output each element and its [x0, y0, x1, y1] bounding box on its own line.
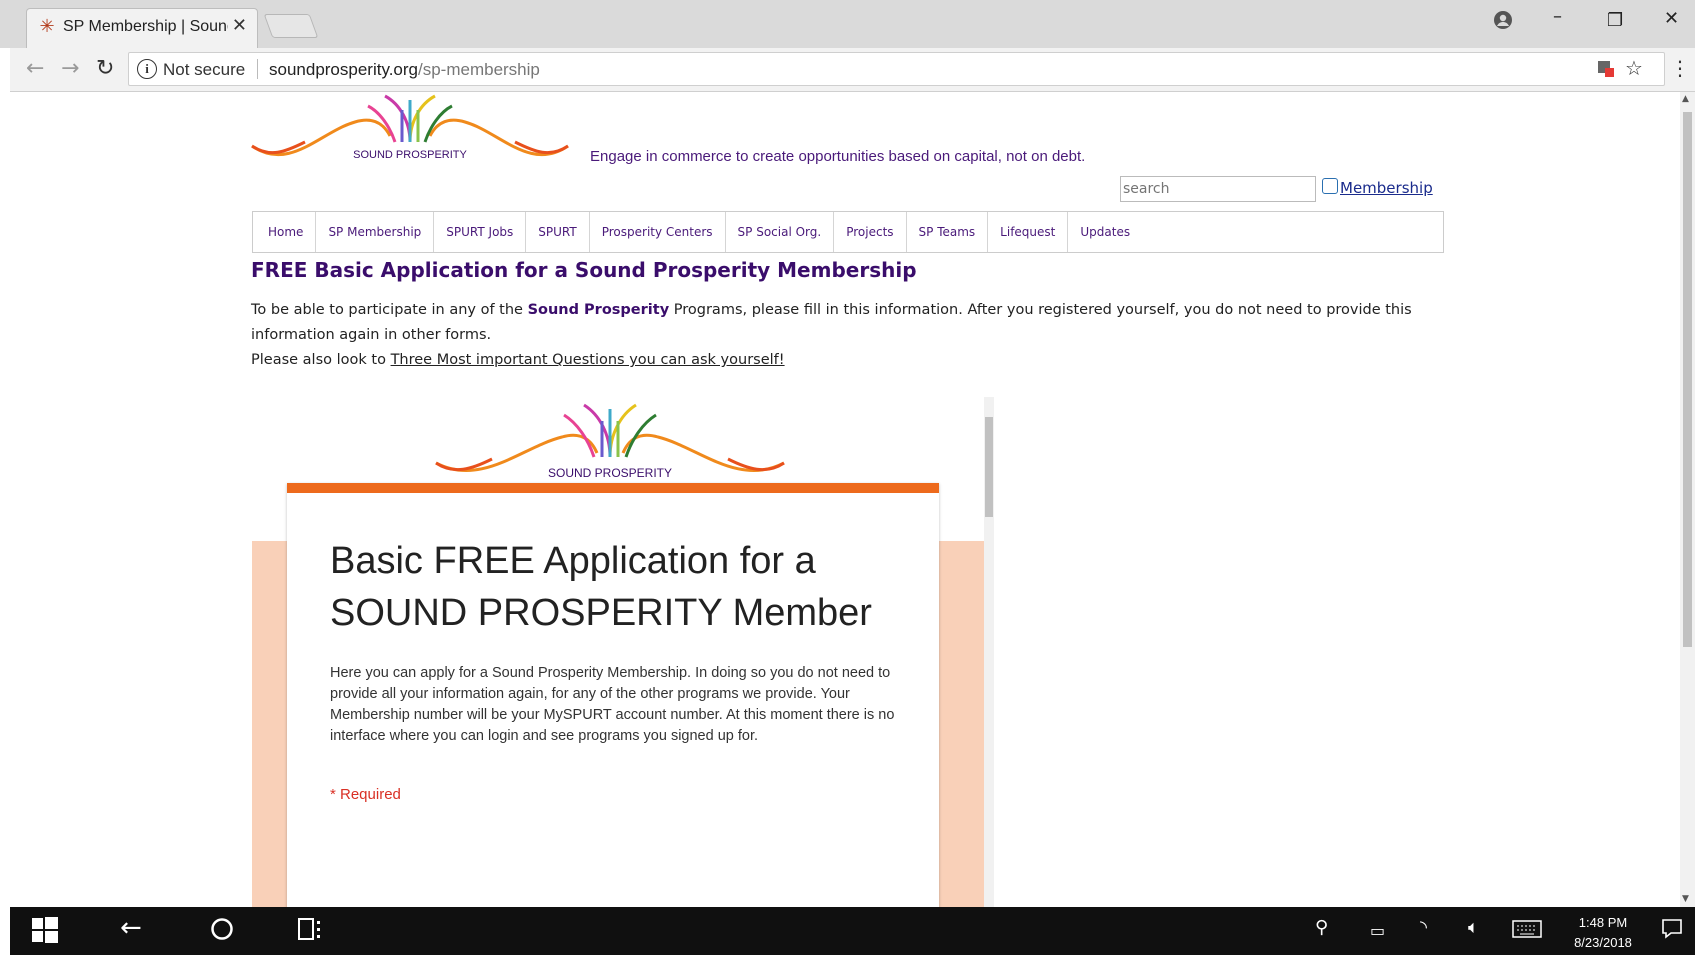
taskbar-back-icon[interactable]: ← — [120, 913, 142, 943]
blocked-content-icon[interactable] — [1595, 58, 1615, 83]
tab-bar: ✳ SP Membership | Sound P ✕ – ❐ ✕ — [0, 0, 1695, 48]
browser-tab[interactable]: ✳ SP Membership | Sound P ✕ — [26, 8, 258, 48]
browser-window: ✳ SP Membership | Sound P ✕ – ❐ ✕ ← → ↻ … — [0, 0, 1695, 955]
url-domain: soundprosperity.org — [269, 60, 418, 79]
nav-item-lifequest[interactable]: Lifequest — [988, 212, 1069, 252]
windows-taskbar: ← ⚲ ▭ ◝ 🔈︎ 1:48 PM 8/23/2018 — [10, 907, 1695, 955]
keyboard-icon[interactable] — [1512, 919, 1542, 944]
search-input[interactable] — [1120, 176, 1316, 202]
scroll-down-icon[interactable]: ▼ — [1682, 894, 1689, 904]
profile-icon[interactable] — [1493, 10, 1513, 35]
nav-item-sp-teams[interactable]: SP Teams — [907, 212, 989, 252]
browser-toolbar: ← → ↻ i Not secure soundprosperity.org/s… — [0, 48, 1695, 92]
form-description: Here you can apply for a Sound Prosperit… — [330, 665, 895, 744]
clock-date: 8/23/2018 — [1574, 935, 1632, 950]
nav-item-updates[interactable]: Updates — [1068, 212, 1142, 252]
forward-arrow-icon[interactable]: → — [61, 56, 79, 81]
site-tagline: Engage in commerce to create opportuniti… — [590, 148, 1086, 165]
url-path: /sp-membership — [418, 60, 540, 79]
taskbar-clock[interactable]: 1:48 PM 8/23/2018 — [1563, 913, 1643, 953]
address-divider — [257, 59, 258, 79]
intro-line2-prefix: Please also look to — [251, 352, 391, 368]
back-arrow-icon[interactable]: ← — [26, 56, 44, 81]
volume-icon[interactable]: 🔈︎ — [1468, 917, 1479, 938]
url-text[interactable]: soundprosperity.org/sp-membership — [269, 60, 540, 80]
nav-item-home[interactable]: Home — [256, 212, 317, 252]
intro-text-1: To be able to participate in any of the — [251, 302, 528, 318]
three-questions-link[interactable]: Three Most important Questions you can a… — [391, 352, 785, 368]
info-icon[interactable]: i — [137, 59, 157, 79]
people-icon[interactable]: ⚲ — [1315, 917, 1328, 938]
page-scrollbar[interactable]: ▲ ▼ — [1680, 92, 1695, 907]
task-view-icon[interactable] — [298, 917, 324, 947]
scroll-up-icon[interactable]: ▲ — [1682, 94, 1689, 104]
clock-time: 1:48 PM — [1578, 915, 1628, 930]
notifications-icon[interactable] — [1661, 917, 1683, 945]
windows-start-icon[interactable] — [32, 917, 58, 949]
security-label[interactable]: Not secure — [163, 60, 245, 80]
nav-item-spurt-jobs[interactable]: SPURT Jobs — [434, 212, 527, 252]
tab-close-icon[interactable]: ✕ — [232, 15, 247, 36]
form-scroll-thumb[interactable] — [985, 417, 993, 517]
form-card: Basic FREE Application for a SOUND PROSP… — [287, 483, 939, 907]
new-tab-button[interactable] — [263, 14, 319, 38]
nav-item-sp-membership[interactable]: SP Membership — [316, 212, 435, 252]
form-scrollbar[interactable] — [984, 397, 994, 907]
address-bar[interactable]: i Not secure soundprosperity.org/sp-memb… — [128, 52, 1665, 86]
bookmark-star-icon[interactable]: ☆ — [1625, 56, 1643, 80]
sound-prosperity-logo[interactable]: SOUND PROSPERITY — [250, 92, 570, 172]
intro-paragraph: To be able to participate in any of the … — [251, 298, 1451, 373]
battery-icon[interactable]: ▭ — [1370, 921, 1385, 940]
required-note: * Required — [330, 786, 401, 803]
form-logo-text: SOUND PROSPERITY — [548, 466, 672, 480]
intro-bold-text: Sound Prosperity — [527, 302, 670, 318]
reload-icon[interactable]: ↻ — [96, 56, 114, 81]
web-page: SOUND PROSPERITY Engage in commerce to c… — [10, 92, 1680, 907]
close-window-icon[interactable]: ✕ — [1664, 8, 1679, 29]
restore-icon[interactable]: ❐ — [1607, 10, 1623, 31]
page-heading: FREE Basic Application for a Sound Prosp… — [251, 258, 917, 282]
nav-item-spurt[interactable]: SPURT — [526, 212, 590, 252]
menu-kebab-icon[interactable]: ⋮ — [1670, 56, 1690, 80]
site-favicon-icon: ✳ — [39, 16, 55, 37]
page-scroll-thumb[interactable] — [1683, 112, 1692, 647]
nav-item-prosperity-centers[interactable]: Prosperity Centers — [590, 212, 726, 252]
nav-item-sp-social-org[interactable]: SP Social Org. — [726, 212, 835, 252]
nav-item-projects[interactable]: Projects — [834, 212, 907, 252]
form-title: Basic FREE Application for a SOUND PROSP… — [330, 540, 872, 634]
search-icon[interactable] — [1322, 178, 1338, 194]
embedded-form-frame[interactable]: SOUND PROSPERITY Basic FREE Application … — [252, 397, 994, 907]
tab-title: SP Membership | Sound P — [63, 18, 228, 35]
cortana-icon[interactable] — [210, 917, 234, 947]
form-logo: SOUND PROSPERITY — [435, 403, 785, 480]
wifi-icon[interactable]: ◝ — [1420, 917, 1427, 938]
site-nav-menu: Home SP Membership SPURT Jobs SPURT Prosperi… — [252, 211, 1444, 253]
minimize-icon[interactable]: – — [1553, 6, 1562, 27]
membership-link[interactable]: Membership — [1340, 179, 1433, 197]
logo-text: SOUND PROSPERITY — [353, 149, 467, 161]
window-left-edge — [0, 48, 10, 955]
